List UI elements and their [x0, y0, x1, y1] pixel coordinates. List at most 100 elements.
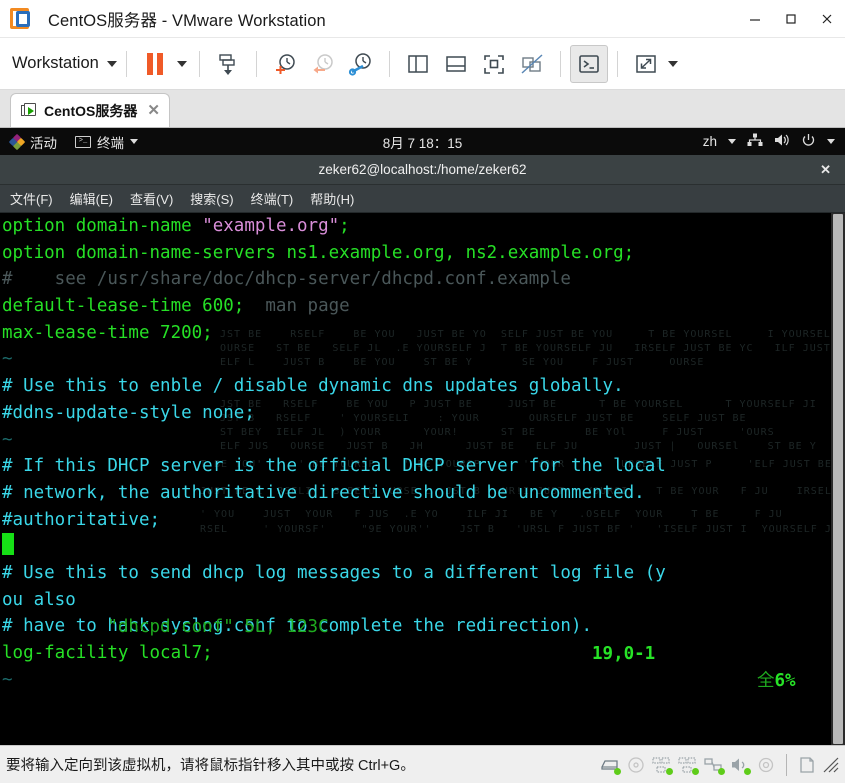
terminal-close-button[interactable]: ✕ [820, 162, 831, 178]
stretch-arrows-icon [636, 54, 656, 73]
terminal-line: #ddns-update-style none; [2, 400, 845, 427]
terminal-text: # If this DHCP server is the official DH… [2, 456, 666, 477]
terminal-line: # Use this to enble / disable dynamic dn… [2, 373, 845, 400]
revert-snapshot-button[interactable] [304, 45, 342, 83]
printer-icon[interactable] [756, 756, 776, 774]
network-adapter-2-icon[interactable] [678, 756, 699, 775]
minimize-button[interactable] [737, 0, 773, 38]
toolbar-divider [198, 50, 200, 77]
gnome-top-bar: 活动 >_ 终端 8月 7 18：15 zh [0, 128, 845, 155]
toolbar-divider [125, 50, 127, 77]
terminal-line: #authoritative; [2, 507, 845, 534]
tab-close-button[interactable]: ✕ [147, 103, 160, 118]
terminal-menu-1[interactable]: 编辑(E) [70, 189, 113, 208]
input-source-indicator[interactable]: zh [703, 134, 717, 149]
pause-vm-button[interactable] [136, 45, 174, 83]
unity-mode-button[interactable] [513, 45, 551, 83]
terminal-cursor [2, 533, 14, 556]
terminal-line: max-lease-time 7200; [2, 320, 845, 347]
terminal-menu-bar: 文件(F) 编辑(E) 查看(V) 搜索(S) 终端(T) 帮助(H) [0, 185, 845, 213]
title-bar: CentOS服务器 - VMware Workstation [0, 0, 845, 38]
hard-disk-icon[interactable] [600, 756, 621, 775]
terminal-text: # Use this to send dhcp log messages to … [2, 562, 666, 583]
suspend-to-disk-button[interactable] [209, 45, 247, 83]
status-bar-message: 要将输入定向到该虚拟机，请将鼠标指针移入其中或按 Ctrl+G。 [6, 758, 415, 774]
snapshot-revert-icon [313, 53, 333, 73]
resize-grip-icon[interactable] [823, 757, 839, 773]
snapshot-manager-icon [348, 52, 371, 76]
terminal-menu-4[interactable]: 终端(T) [251, 189, 294, 208]
workstation-menu-label: Workstation [12, 54, 99, 72]
terminal-scrollbar[interactable] [831, 213, 845, 745]
gnome-top-bar-right: zh [703, 133, 835, 151]
terminal-text: # network, the authoritative directive s… [2, 482, 645, 503]
status-bar-divider [786, 753, 787, 776]
vim-status-position: 19,0-1 [592, 643, 656, 664]
terminal-line: # Use this to send dhcp log messages to … [2, 560, 845, 587]
terminal-menu-2[interactable]: 查看(V) [130, 189, 173, 208]
terminal-window: zeker62@localhost:/home/zeker62 ✕ 文件(F) 编… [0, 155, 845, 745]
snapshot-manager-button[interactable] [342, 45, 380, 83]
maximize-button[interactable] [773, 0, 809, 38]
show-thumbnail-bar-button[interactable] [437, 45, 475, 83]
terminal-text: option domain-name [2, 216, 203, 236]
terminal-line: ~ [2, 346, 845, 373]
terminal-title-bar: zeker62@localhost:/home/zeker62 ✕ [0, 155, 845, 185]
gnome-top-bar-left: 活动 >_ 终端 [8, 132, 138, 152]
terminal-content[interactable]: JST BE RSELF BE YOU JUST BE YO SELF JUST… [0, 213, 845, 745]
console-view-button[interactable] [569, 44, 608, 83]
terminal-text: # see /usr/share/doc/dhcp-server/dhcpd.c… [2, 269, 571, 290]
vmware-logo-icon [8, 6, 34, 32]
terminal-line: # see /usr/share/doc/dhcp-server/dhcpd.c… [2, 266, 845, 293]
power-icon[interactable] [801, 133, 816, 151]
chevron-down-icon [176, 60, 187, 67]
stretch-guest-button[interactable] [627, 45, 665, 83]
network-wired-icon[interactable] [747, 133, 763, 150]
chevron-down-icon [106, 60, 117, 67]
panel-sidebar-icon [408, 54, 428, 73]
terminal-line: # network, the authoritative directive s… [2, 480, 845, 507]
guest-screen[interactable]: 活动 >_ 终端 8月 7 18：15 zh zeker62@localhost… [0, 128, 845, 745]
network-adapter-1-icon[interactable] [652, 756, 673, 775]
terminal-text: default-lease-time 600; [2, 296, 245, 317]
sound-card-icon[interactable] [730, 756, 751, 775]
chevron-down-icon[interactable] [827, 139, 835, 144]
tab-label: CentOS服务器 [44, 102, 138, 119]
terminal-title: zeker62@localhost:/home/zeker62 [318, 162, 527, 177]
terminal-line: default-lease-time 600; man page [2, 293, 845, 320]
terminal-text: ; [339, 216, 350, 236]
activities-button[interactable]: 活动 [30, 132, 57, 152]
pause-icon [146, 52, 163, 75]
stretch-dropdown-button[interactable] [665, 45, 681, 83]
vm-status-bar: 要将输入定向到该虚拟机，请将鼠标指针移入其中或按 Ctrl+G。 [0, 745, 845, 783]
terminal-menu-5[interactable]: 帮助(H) [310, 189, 354, 208]
app-menu-button[interactable]: 终端 [97, 132, 124, 152]
toolbar-divider [616, 50, 618, 77]
vmware-workstation-window: CentOS服务器 - VMware Workstation Workstati… [0, 0, 845, 783]
panel-bottom-icon [446, 55, 466, 72]
volume-icon[interactable] [774, 133, 790, 150]
toolbar-divider [388, 50, 390, 77]
display-icon[interactable] [797, 756, 817, 774]
pause-dropdown-button[interactable] [174, 45, 190, 83]
chevron-down-icon [130, 139, 138, 144]
suspend-to-disk-icon [219, 53, 235, 75]
vim-status-percent: 全6% [757, 668, 796, 695]
unity-disabled-icon [521, 53, 543, 74]
vm-powered-on-icon [21, 103, 37, 118]
cd-dvd-icon[interactable] [626, 756, 646, 774]
terminal-menu-0[interactable]: 文件(F) [10, 189, 53, 208]
terminal-icon [579, 54, 599, 73]
close-button[interactable] [809, 0, 845, 38]
device-status-icons [600, 753, 839, 776]
terminal-menu-3[interactable]: 搜索(S) [190, 189, 233, 208]
take-snapshot-button[interactable] [266, 45, 304, 83]
tab-centos-server[interactable]: CentOS服务器 ✕ [10, 93, 170, 127]
workstation-menu-button[interactable]: Workstation [12, 54, 117, 73]
usb-device-icon[interactable] [704, 756, 725, 775]
terminal-line: option domain-name-servers ns1.example.o… [2, 240, 845, 267]
show-library-button[interactable] [399, 45, 437, 83]
terminal-text: #authoritative; [2, 509, 161, 530]
fullscreen-button[interactable] [475, 45, 513, 83]
snapshot-add-icon [275, 53, 295, 74]
